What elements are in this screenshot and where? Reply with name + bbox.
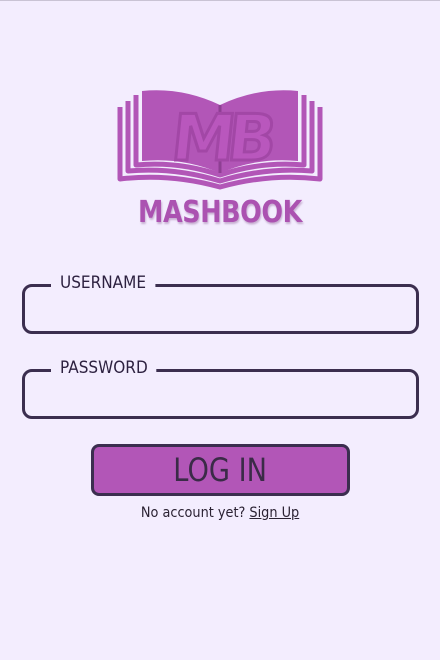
- username-label: USERNAME: [51, 273, 155, 293]
- app-logo: MB MASHBOOK: [0, 1, 440, 241]
- brand-name: MASHBOOK: [138, 195, 302, 230]
- login-button[interactable]: LOG IN: [91, 444, 350, 496]
- password-input[interactable]: [37, 382, 404, 410]
- password-label: PASSWORD: [51, 358, 157, 378]
- logo-monogram: MB: [167, 101, 274, 178]
- signup-link[interactable]: Sign Up: [249, 505, 299, 521]
- username-field[interactable]: USERNAME: [22, 273, 419, 334]
- signup-prompt: No account yet?: [140, 505, 246, 521]
- password-field[interactable]: PASSWORD: [22, 358, 419, 419]
- username-input[interactable]: [37, 297, 404, 325]
- signup-row: No account yet? Sign Up: [0, 505, 440, 521]
- login-button-label: LOG IN: [173, 451, 268, 489]
